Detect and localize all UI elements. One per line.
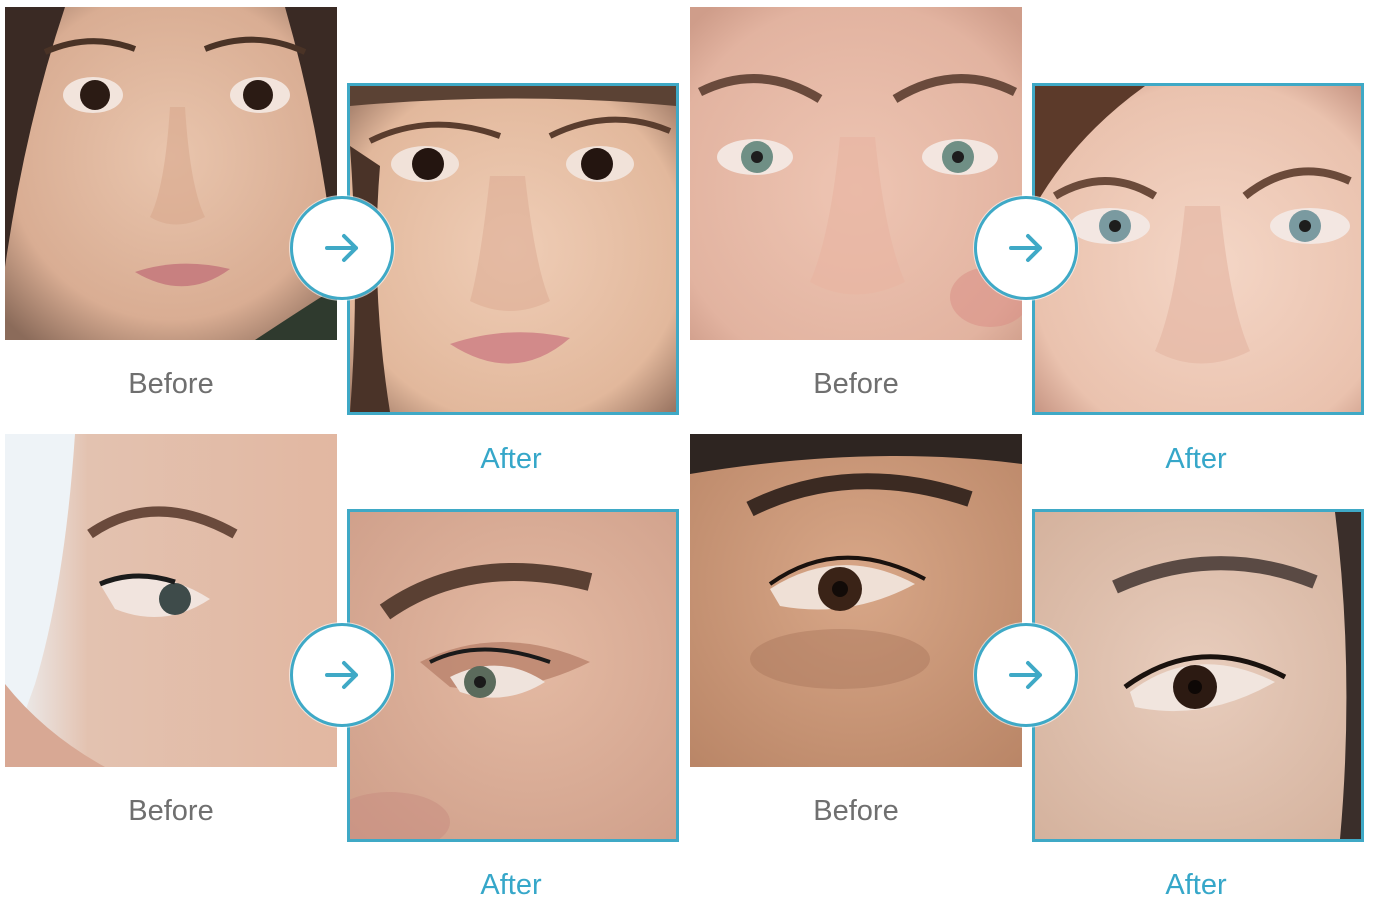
before-label-2: Before [813,368,899,400]
arrow-right-icon [1009,234,1042,262]
after-photo-3 [347,509,679,842]
arrow-right-icon [1009,661,1042,689]
arrow-button-3[interactable] [290,623,394,727]
arrow-right-icon [325,234,358,262]
before-photo-1 [5,7,337,340]
after-label-2: After [1165,443,1227,475]
before-photo-4 [690,434,1022,767]
arrow-button-2[interactable] [974,196,1078,300]
before-label-1: Before [128,368,214,400]
before-label-3: Before [128,795,214,827]
before-label-4: Before [813,795,899,827]
before-photo-3 [5,434,337,767]
after-photo-1 [347,83,679,415]
after-photo-2 [1032,83,1364,415]
after-photo-4 [1032,509,1364,842]
after-label-1: After [480,443,542,475]
after-label-4: After [1165,869,1227,901]
after-label-3: After [480,869,542,901]
arrow-right-icon [325,661,358,689]
before-photo-2 [690,7,1022,340]
arrow-button-4[interactable] [974,623,1078,727]
arrow-button-1[interactable] [290,196,394,300]
